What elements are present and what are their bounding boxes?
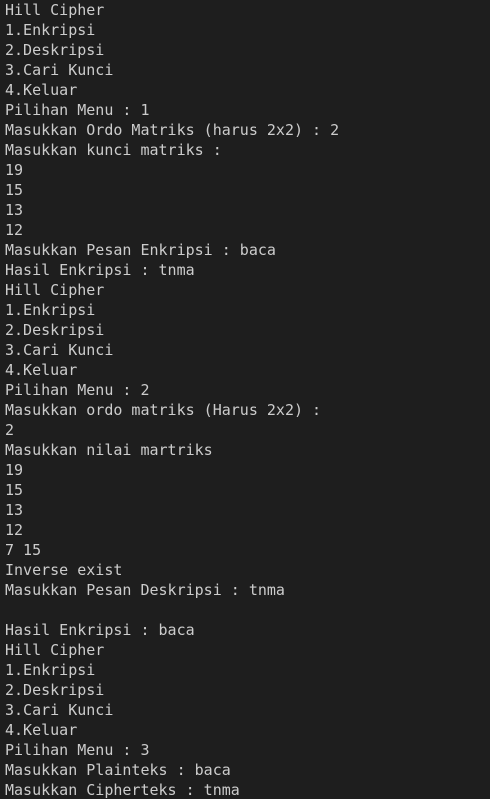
terminal-line: 4.Keluar xyxy=(5,361,78,379)
terminal-line: Masukkan ordo matriks (Harus 2x2) : xyxy=(5,401,322,419)
terminal-line: 2.Deskripsi xyxy=(5,41,105,59)
terminal-line: Pilihan Menu : 1 xyxy=(5,101,150,119)
terminal-line: 1.Enkripsi xyxy=(5,301,96,319)
terminal-line: 15 xyxy=(5,181,24,199)
terminal-line: 1.Enkripsi xyxy=(5,661,96,679)
terminal-line: Masukkan Ordo Matriks (harus 2x2) : 2 xyxy=(5,121,340,139)
terminal-output[interactable]: Hill Cipher 1.Enkripsi 2.Deskripsi 3.Cari K… xyxy=(0,0,490,799)
terminal-line: 3.Cari Kunci xyxy=(5,341,114,359)
terminal-line: 3.Cari Kunci xyxy=(5,61,114,79)
terminal-line: 2.Deskripsi xyxy=(5,321,105,339)
terminal-line: 7 15 xyxy=(5,541,42,559)
terminal-line: Masukkan nilai martriks xyxy=(5,441,213,459)
terminal-line: 4.Keluar xyxy=(5,81,78,99)
terminal-line: 15 xyxy=(5,481,24,499)
terminal-line: Hill Cipher xyxy=(5,641,105,659)
terminal-line: Hill Cipher xyxy=(5,1,105,19)
terminal-line: Masukkan Pesan Enkripsi : baca xyxy=(5,241,276,259)
terminal-line: 13 xyxy=(5,501,24,519)
terminal-line: Masukkan Cipherteks : tnma xyxy=(5,781,240,799)
terminal-line: 4.Keluar xyxy=(5,721,78,739)
terminal-line: Inverse exist xyxy=(5,561,123,579)
terminal-line: Hill Cipher xyxy=(5,281,105,299)
terminal-line: Pilihan Menu : 3 xyxy=(5,741,150,759)
terminal-line: 12 xyxy=(5,221,24,239)
terminal-line: 1.Enkripsi xyxy=(5,21,96,39)
terminal-line: Masukkan Plainteks : baca xyxy=(5,761,231,779)
terminal-line: Masukkan kunci matriks : xyxy=(5,141,222,159)
terminal-line: Masukkan Pesan Deskripsi : tnma xyxy=(5,581,285,599)
terminal-line: 2 xyxy=(5,421,15,439)
terminal-line: Hasil Enkripsi : baca xyxy=(5,621,195,639)
terminal-line: 3.Cari Kunci xyxy=(5,701,114,719)
terminal-line: 19 xyxy=(5,461,24,479)
terminal-line: 13 xyxy=(5,201,24,219)
terminal-line: 19 xyxy=(5,161,24,179)
terminal-line: 2.Deskripsi xyxy=(5,681,105,699)
terminal-line: Hasil Enkripsi : tnma xyxy=(5,261,195,279)
terminal-line: 12 xyxy=(5,521,24,539)
terminal-line: Pilihan Menu : 2 xyxy=(5,381,150,399)
